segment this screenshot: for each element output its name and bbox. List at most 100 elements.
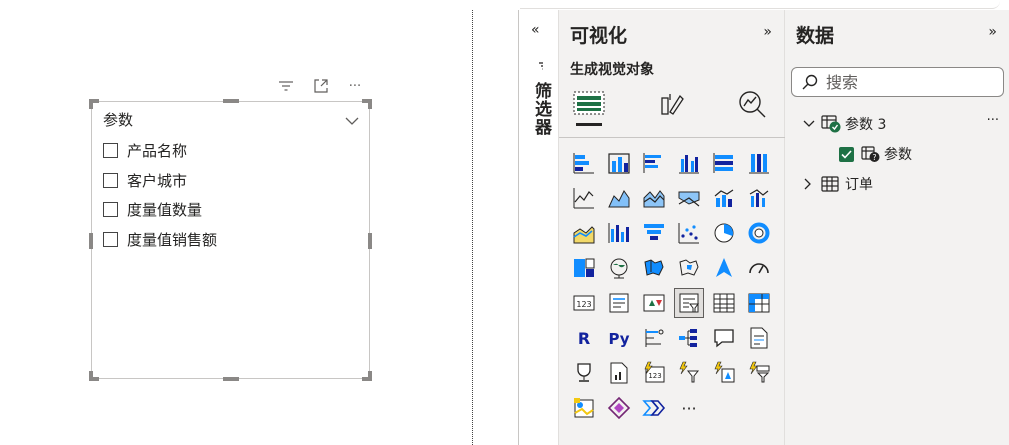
shape-map-icon[interactable] (674, 253, 704, 283)
resize-handle[interactable] (368, 233, 372, 249)
stacked-bar-chart-icon[interactable] (569, 148, 599, 178)
slicer-visual[interactable]: 参数 产品名称 客户城市 度量值数量 度量值销售额 (89, 99, 372, 381)
expand-visualizations-button[interactable]: » (763, 24, 772, 40)
viz-divider (559, 137, 785, 138)
resize-handle[interactable] (89, 99, 99, 109)
r-script-visual-icon[interactable]: R (569, 323, 599, 353)
more-visuals-label: ··· (681, 398, 697, 418)
filters-label[interactable]: 筛选器 (529, 82, 554, 136)
slicer-item[interactable]: 产品名称 (103, 136, 217, 166)
svg-text:Py: Py (608, 330, 629, 348)
card-icon[interactable]: 123 (569, 288, 599, 318)
filters-pane-collapsed[interactable]: « 筛选器 (518, 10, 559, 445)
multi-row-card-icon[interactable] (604, 288, 634, 318)
checkbox[interactable] (103, 202, 118, 218)
column-chart-icon[interactable] (604, 218, 634, 248)
decomposition-tree-icon[interactable] (674, 323, 704, 353)
smart-narrative-icon[interactable] (744, 323, 774, 353)
resize-handle[interactable] (223, 377, 239, 381)
slicer-item-label: 客户城市 (127, 171, 188, 190)
search-input[interactable] (826, 72, 986, 92)
line-and-clustered-column-chart-icon[interactable] (744, 183, 774, 213)
power-automate-flow-icon[interactable] (639, 393, 669, 423)
build-visual-icon[interactable] (564, 82, 614, 126)
slicer-item[interactable]: 客户城市 (103, 166, 217, 196)
chevron-right-icon[interactable] (803, 178, 813, 190)
search-box[interactable] (791, 67, 1004, 97)
more-visuals-button[interactable]: ··· (674, 393, 704, 423)
format-visual-icon[interactable] (647, 82, 697, 126)
chevron-down-icon[interactable] (803, 119, 815, 129)
collapse-filters-button[interactable]: « (531, 22, 540, 38)
table-icon[interactable] (709, 288, 739, 318)
checkbox[interactable] (103, 143, 118, 159)
resize-handle[interactable] (89, 233, 93, 249)
slicer-title: 参数 (103, 111, 134, 129)
azure-map-icon[interactable] (709, 253, 739, 283)
waterfall-chart-icon[interactable] (569, 218, 599, 248)
resize-handle[interactable] (362, 99, 372, 109)
report-canvas[interactable]: ··· 参数 产品名称 客户城市 度量值数量 度量值销售额 (0, 0, 518, 445)
search-icon (802, 74, 818, 90)
stacked-area-chart-icon[interactable] (639, 183, 669, 213)
tree-table-row[interactable]: 订单 (803, 174, 873, 194)
filter-lines-icon[interactable] (276, 77, 296, 95)
gauge-icon[interactable] (744, 253, 774, 283)
slicer-icon[interactable] (674, 288, 704, 318)
focus-mode-icon[interactable] (311, 77, 331, 95)
power-automate-slicer-icon[interactable] (744, 358, 774, 388)
key-influencers-icon[interactable] (639, 323, 669, 353)
slicer-item[interactable]: 度量值数量 (103, 195, 217, 225)
build-visual-label: 生成视觉对象 (570, 62, 654, 78)
tree-field-row[interactable]: ? 参数 (839, 144, 912, 164)
tree-table-row[interactable]: 参数 3 (803, 114, 886, 134)
checkbox[interactable] (103, 231, 118, 247)
analytics-icon[interactable] (727, 82, 777, 126)
paginated-report-icon[interactable] (604, 358, 634, 388)
clustered-column-chart-icon[interactable] (674, 148, 704, 178)
filter-icon (533, 59, 547, 73)
more-options-icon[interactable]: ··· (345, 77, 365, 95)
ribbon-chart-icon[interactable] (674, 183, 704, 213)
visualizations-pane: 可视化 » 生成视觉对象 123 R Py 123 ··· (559, 10, 785, 445)
resize-handle[interactable] (223, 99, 239, 103)
more-options-icon[interactable]: ··· (987, 113, 999, 128)
slicer-item-label: 度量值数量 (127, 201, 203, 220)
slicer-item[interactable]: 度量值销售额 (103, 225, 217, 255)
resize-handle[interactable] (89, 371, 99, 381)
qa-visual-icon[interactable] (709, 323, 739, 353)
page-boundary-line (472, 10, 473, 445)
map-icon[interactable] (604, 253, 634, 283)
power-automate-icon[interactable] (709, 358, 739, 388)
filled-map-icon[interactable] (639, 253, 669, 283)
expand-data-button[interactable]: » (988, 24, 997, 40)
scatter-chart-icon[interactable] (674, 218, 704, 248)
clustered-bar-chart-icon[interactable] (639, 148, 669, 178)
power-apps-slicer-icon[interactable] (674, 358, 704, 388)
slicer-item-list: 产品名称 客户城市 度量值数量 度量值销售额 (103, 136, 217, 254)
line-and-stacked-column-chart-icon[interactable] (709, 183, 739, 213)
viz-tabs (559, 82, 785, 130)
power-apps-card-icon[interactable]: 123 (639, 358, 669, 388)
power-apps-icon[interactable] (604, 393, 634, 423)
python-visual-icon[interactable]: Py (604, 323, 634, 353)
100-stacked-bar-chart-icon[interactable] (709, 148, 739, 178)
100-stacked-column-chart-icon[interactable] (744, 148, 774, 178)
checkbox[interactable] (103, 172, 118, 188)
area-chart-icon[interactable] (604, 183, 634, 213)
field-name: 参数 (884, 147, 912, 163)
resize-handle[interactable] (362, 371, 372, 381)
chevron-down-icon[interactable] (345, 111, 359, 125)
donut-chart-icon[interactable] (744, 218, 774, 248)
pie-chart-icon[interactable] (709, 218, 739, 248)
data-pane: 数据 » 参数 3 ··· ? 参数 订单 (785, 10, 1009, 445)
funnel-chart-icon[interactable] (639, 218, 669, 248)
treemap-icon[interactable] (569, 253, 599, 283)
arcgis-map-icon[interactable] (569, 393, 599, 423)
field-checkbox-checked[interactable] (839, 146, 854, 162)
stacked-column-chart-icon[interactable] (604, 148, 634, 178)
kpi-icon[interactable] (639, 288, 669, 318)
line-chart-icon[interactable] (569, 183, 599, 213)
matrix-icon[interactable] (744, 288, 774, 318)
goals-icon[interactable] (569, 358, 599, 388)
